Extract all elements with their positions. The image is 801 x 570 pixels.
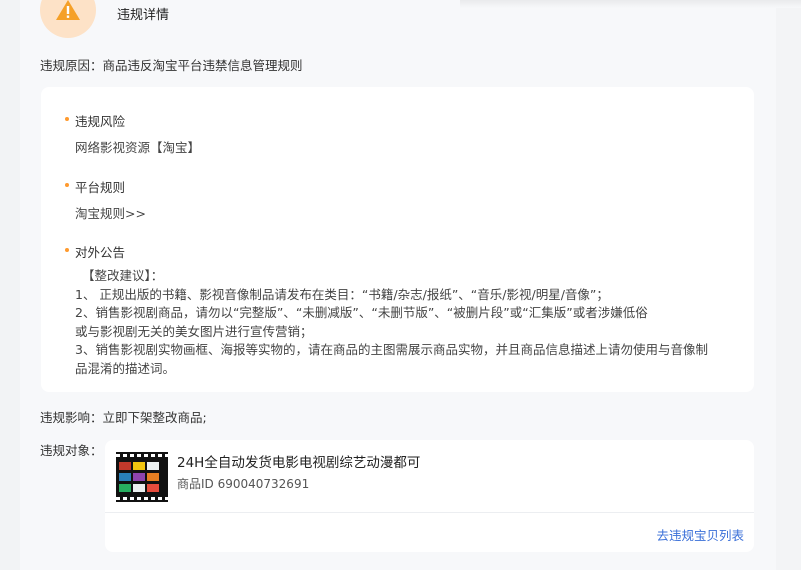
thumb-tile — [147, 484, 159, 492]
product-id: 商品ID 690040732691 — [177, 477, 310, 491]
film-strip — [116, 454, 168, 457]
violation-reason-label: 违规原因： — [40, 58, 103, 73]
violation-impact-text: 立即下架整改商品; — [102, 410, 207, 425]
thumb-tile — [119, 473, 131, 481]
platform-rules-link[interactable]: 淘宝规则>> — [75, 203, 146, 222]
thumb-tile — [119, 462, 131, 470]
public-notice-body: 【整改建议】： 1、 正规出版的书籍、影视音像制品请发布在类目：“书籍/杂志/报… — [75, 267, 735, 378]
thumb-tile — [147, 462, 159, 470]
violation-reason: 违规原因：商品违反淘宝平台违禁信息管理规则 — [40, 55, 303, 74]
right-gutter — [776, 0, 801, 570]
film-strip — [116, 497, 168, 500]
violation-items-list-link[interactable]: 去违规宝贝列表 — [656, 525, 744, 544]
violation-object-card: 24H全自动发货电影电视剧综艺动漫都可 商品ID 690040732691 去违… — [105, 440, 754, 552]
bullet-dot — [65, 248, 69, 252]
violation-impact-label: 违规影响： — [40, 410, 103, 425]
thumb-tile — [147, 473, 159, 481]
notice-line: 【整改建议】： — [82, 268, 164, 283]
section-title-platform-rules: 平台规则 — [75, 180, 126, 195]
warning-icon — [56, 0, 80, 20]
product-thumbnail[interactable] — [116, 452, 168, 502]
section-body-risk: 网络影视资源【淘宝】 — [75, 140, 201, 155]
notice-line: 或与影视剧无关的美女图片进行宣传营销； — [75, 323, 313, 339]
notice-line: 3、销售影视剧实物画框、海报等实物的，请在商品的主图需展示商品实物，并且商品信息… — [75, 342, 708, 357]
thumb-tile — [133, 462, 145, 470]
divider — [105, 512, 754, 513]
notice-line: 品混淆的描述词。 — [75, 360, 176, 376]
violation-object-label: 违规对象： — [40, 443, 103, 458]
section-title-public-notice: 对外公告 — [75, 245, 126, 260]
product-title[interactable]: 24H全自动发货电影电视剧综艺动漫都可 — [177, 451, 420, 471]
violation-info-card: 违规风险 网络影视资源【淘宝】 平台规则 淘宝规则>> 对外公告 【整改建议】：… — [41, 87, 754, 392]
violation-reason-text: 商品违反淘宝平台违禁信息管理规则 — [102, 58, 303, 73]
thumb-tile — [133, 484, 145, 492]
bullet-dot — [65, 183, 69, 187]
bullet-dot — [65, 117, 69, 121]
thumb-tile — [133, 473, 145, 481]
notice-line: 2、销售影视剧商品，请勿以“完整版”、“未删减版”、“未删节版”、“被删片段”或… — [75, 305, 648, 320]
top-shadow — [460, 0, 801, 8]
violation-impact: 违规影响：立即下架整改商品; — [40, 407, 207, 426]
notice-line: 1、 正规出版的书籍、影视音像制品请发布在类目：“书籍/杂志/报纸”、“音乐/影… — [75, 286, 609, 302]
section-title-risk: 违规风险 — [75, 114, 126, 129]
page-title: 违规详情 — [117, 8, 170, 23]
thumb-tile — [119, 484, 131, 492]
